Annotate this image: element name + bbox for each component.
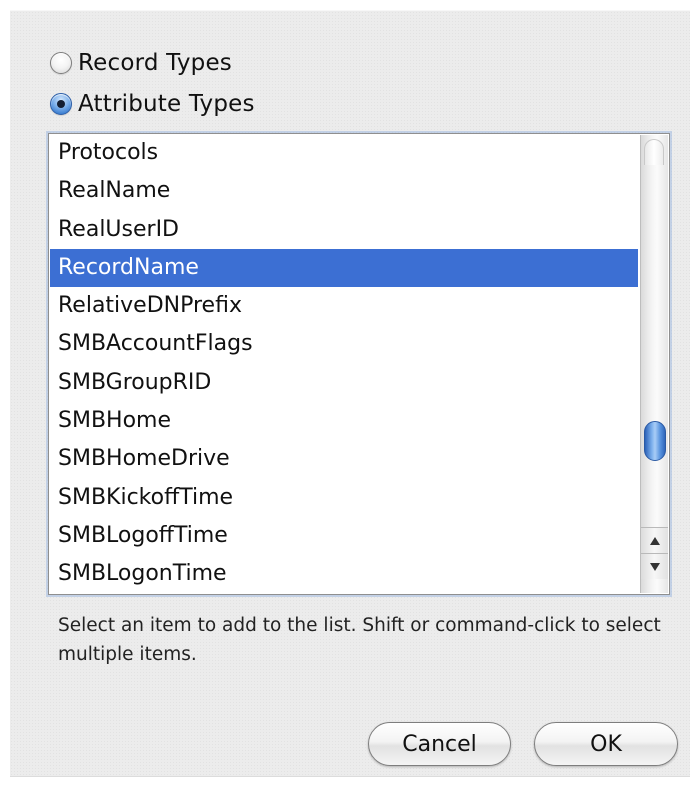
radio-attribute-types-label: Attribute Types [78,91,255,117]
list-item[interactable]: RelativeDNPrefix [50,287,638,325]
list-item[interactable]: SMBKickoffTime [50,479,638,517]
scroll-up-button[interactable] [641,527,668,553]
radio-attribute-types[interactable]: Attribute Types [50,89,255,119]
radio-button-selected-icon[interactable] [50,93,72,115]
list-item[interactable]: Protocols [50,134,638,172]
radio-record-types-label: Record Types [78,50,232,76]
radio-record-types[interactable]: Record Types [50,48,232,78]
scrollbar-track-cap [644,139,664,165]
list-item[interactable]: SMBHomeDrive [50,440,638,478]
list-item[interactable]: SMBAccountFlags [50,325,638,363]
list-item-selected[interactable]: RecordName [50,248,638,288]
attribute-list-box[interactable]: Protocols RealName RealUserID RecordName… [48,133,670,595]
vertical-scrollbar[interactable] [640,135,668,593]
scroll-down-button[interactable] [641,553,668,579]
triangle-down-icon [649,562,660,571]
scrollbar-thumb[interactable] [644,421,666,461]
list-item[interactable]: RealName [50,172,638,210]
ok-button[interactable]: OK [534,722,678,766]
list-item[interactable]: SMBHome [50,402,638,440]
list-item[interactable]: SMBGroupRID [50,364,638,402]
attribute-list[interactable]: Protocols RealName RealUserID RecordName… [50,134,638,594]
triangle-up-icon [649,536,660,545]
radio-button-icon[interactable] [50,52,72,74]
list-item[interactable]: SMBLogoffTime [50,517,638,555]
cancel-button[interactable]: Cancel [368,722,511,766]
list-item[interactable]: RealUserID [50,211,638,249]
list-item[interactable]: SMBLogonTime [50,555,638,593]
hint-text: Select an item to add to the list. Shift… [58,615,661,665]
dialog-sheet: Record Types Attribute Types Protocols R… [10,10,690,777]
